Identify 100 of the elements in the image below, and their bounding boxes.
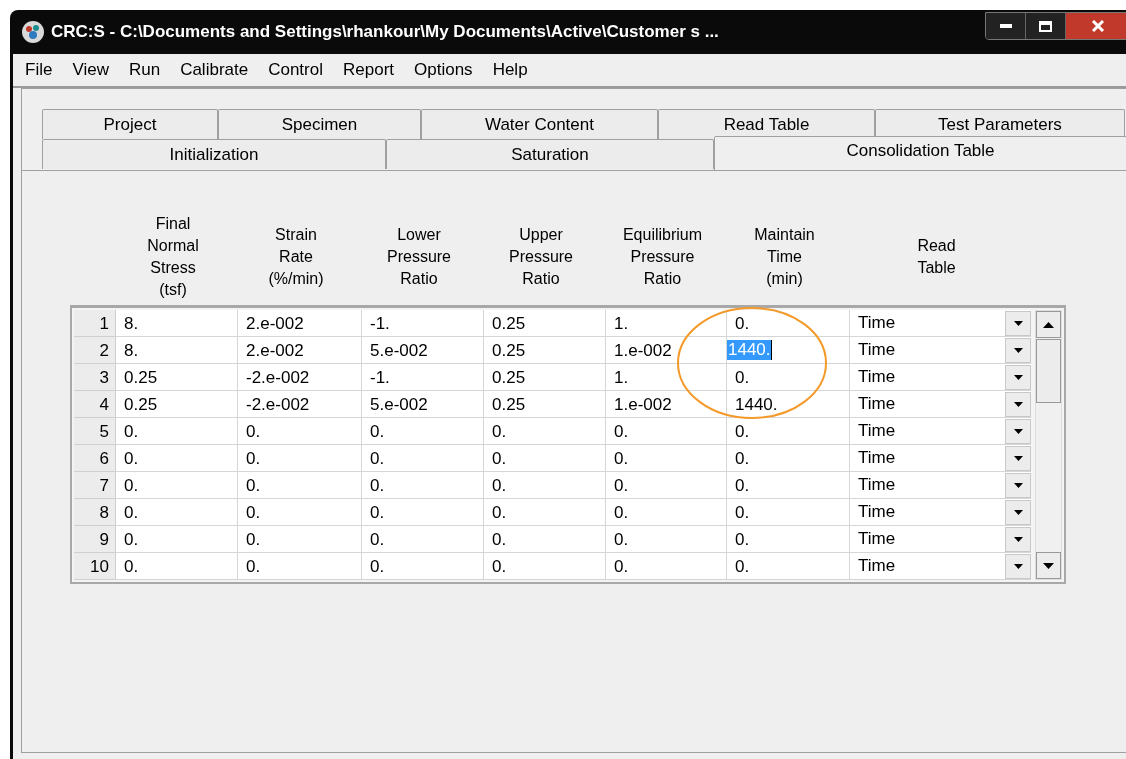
table-cell[interactable]: 1.e-002 [606,337,727,364]
table-cell[interactable]: 0. [606,472,727,499]
table-cell[interactable]: -1. [362,364,484,391]
dropdown-button[interactable] [1005,472,1031,498]
menu-item[interactable]: Control [268,57,323,83]
dropdown-button[interactable] [1005,391,1031,417]
table-cell[interactable]: 8. [116,337,238,364]
dropdown[interactable]: Time [850,553,1031,580]
table-cell[interactable]: 0. [116,553,238,580]
table-cell[interactable]: 0. [238,472,362,499]
menu-item[interactable]: Calibrate [180,57,249,83]
table-cell[interactable]: 0. [484,445,606,472]
table-cell[interactable]: 0. [606,553,727,580]
table-cell[interactable]: 0. [362,445,484,472]
table-cell[interactable]: 0. [727,472,850,499]
menu-item[interactable]: Options [414,57,473,83]
table-cell[interactable]: 0. [484,418,606,445]
dropdown-button[interactable] [1005,310,1031,336]
table-cell[interactable]: 0. [484,526,606,553]
table-cell[interactable]: -2.e-002 [238,391,362,418]
dropdown[interactable]: Time [850,310,1031,337]
table-cell[interactable]: 0.25 [484,364,606,391]
table-cell[interactable]: 0. [238,526,362,553]
dropdown-button[interactable] [1005,418,1031,444]
dropdown[interactable]: Time [850,499,1031,526]
table-cell[interactable]: 0.25 [116,391,238,418]
table-cell[interactable]: 2.e-002 [238,337,362,364]
table-cell[interactable]: 0. [116,418,238,445]
table-cell[interactable]: 0. [362,526,484,553]
table-cell[interactable]: 0. [727,526,850,553]
scroll-up-button[interactable] [1036,311,1061,338]
dropdown-button[interactable] [1005,364,1031,390]
table-cell[interactable]: -1. [362,310,484,337]
menu-item[interactable]: View [72,57,109,83]
tab[interactable]: Test Parameters [875,109,1125,139]
dropdown[interactable]: Time [850,364,1031,391]
table-cell[interactable]: 0. [238,445,362,472]
table-cell[interactable]: 5.e-002 [362,337,484,364]
table-cell[interactable]: 8. [116,310,238,337]
table-cell[interactable]: 0. [606,526,727,553]
dropdown[interactable]: Time [850,418,1031,445]
tab[interactable]: Specimen [218,109,421,139]
table-cell[interactable]: 1.e-002 [606,391,727,418]
table-cell[interactable]: 2.e-002 [238,310,362,337]
table-cell[interactable]: 0. [484,472,606,499]
table-cell[interactable]: 0. [727,364,850,391]
menu-item[interactable]: Help [492,57,528,83]
menu-item[interactable]: Run [128,57,161,83]
dropdown[interactable]: Time [850,472,1031,499]
dropdown[interactable]: Time [850,391,1031,418]
table-cell[interactable]: 0.25 [484,391,606,418]
dropdown[interactable]: Time [850,526,1031,553]
menu-item[interactable]: Report [343,57,395,83]
table-cell[interactable]: 0. [238,499,362,526]
menu-item[interactable]: File [25,57,53,83]
table-cell[interactable]: 0. [606,499,727,526]
table-cell[interactable]: 1. [606,310,727,337]
table-cell[interactable]: 0. [484,499,606,526]
close-button[interactable] [1066,13,1126,39]
tab[interactable]: Project [42,109,218,139]
dropdown[interactable]: Time [850,445,1031,472]
table-cell[interactable]: -2.e-002 [238,364,362,391]
tab[interactable]: Initialization [42,139,386,169]
table-cell[interactable]: 0.25 [484,310,606,337]
tab[interactable]: Read Table [658,109,875,139]
table-cell[interactable]: 0. [606,418,727,445]
scrollbar[interactable] [1035,310,1062,580]
dropdown-button[interactable] [1005,499,1031,525]
table-cell[interactable]: 0.25 [484,337,606,364]
dropdown-button[interactable] [1005,445,1031,471]
table-cell[interactable]: 0. [362,553,484,580]
scroll-down-button[interactable] [1036,552,1061,579]
table-cell[interactable]: 0. [116,499,238,526]
scroll-thumb[interactable] [1036,339,1061,403]
table-cell[interactable]: 0. [362,499,484,526]
table-cell[interactable]: 0.25 [116,364,238,391]
table-cell[interactable]: 0. [238,553,362,580]
table-cell[interactable]: 0. [116,526,238,553]
dropdown[interactable]: Time [850,337,1031,364]
table-cell[interactable]: 1. [606,364,727,391]
tab[interactable]: Saturation [386,139,714,169]
minimize-button[interactable] [986,13,1026,39]
table-cell[interactable]: 0. [362,418,484,445]
table-cell[interactable]: 0. [727,553,850,580]
dropdown-button[interactable] [1005,526,1031,552]
dropdown-button[interactable] [1005,337,1031,363]
dropdown-button[interactable] [1005,553,1031,579]
tab[interactable]: Water Content [421,109,658,139]
table-cell[interactable]: 0. [362,472,484,499]
table-cell[interactable]: 0. [727,499,850,526]
table-cell[interactable]: 0. [727,418,850,445]
table-cell[interactable]: 0. [727,310,850,337]
table-cell[interactable]: 0. [116,445,238,472]
table-cell[interactable]: 0. [238,418,362,445]
tab[interactable]: Consolidation Table [714,136,1126,170]
maximize-button[interactable] [1026,13,1066,39]
table-cell[interactable]: 0. [484,553,606,580]
table-cell[interactable]: 0. [727,445,850,472]
table-cell[interactable]: 0. [606,445,727,472]
table-cell[interactable]: 5.e-002 [362,391,484,418]
